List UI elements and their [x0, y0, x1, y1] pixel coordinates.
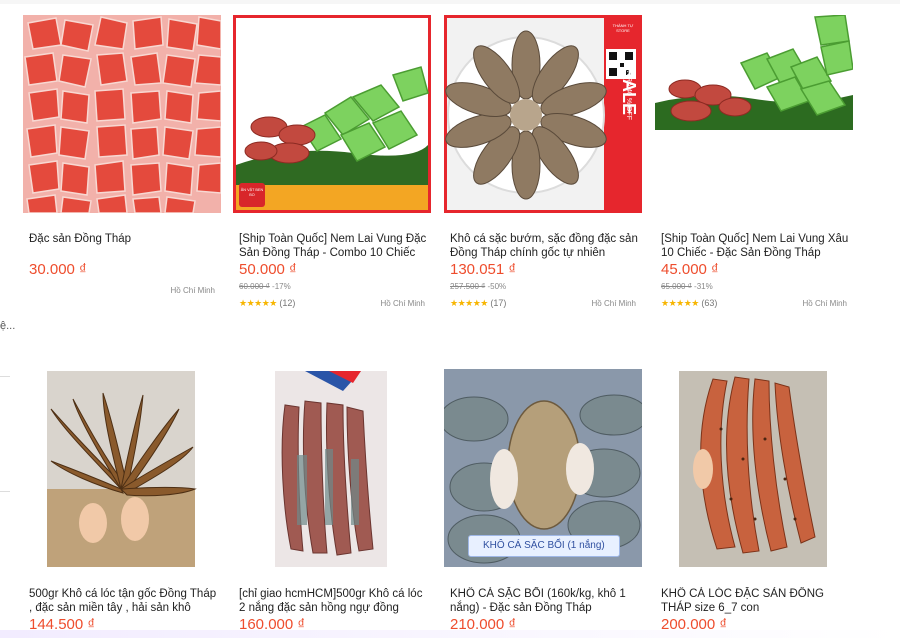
discount-badge: -50%: [487, 282, 507, 291]
product-card-8[interactable]: KHÔ CÁ LÓC ĐẶC SẢN ĐỒNG THÁP size 6_7 co…: [655, 369, 853, 638]
review-count: (12): [279, 298, 296, 308]
product-card-1[interactable]: Đặc sản Đồng Tháp 30.000 ₫ Hồ Chí Minh: [23, 15, 221, 315]
price-meta: 65.000 ₫ -31%: [661, 282, 713, 291]
dried-fish-bag-image[interactable]: [233, 369, 431, 567]
store-label: THÀNH TỰ STORE: [612, 23, 634, 33]
shop-stamp: ĂN VẶT BEN BO: [239, 183, 265, 207]
product-title[interactable]: Khô cá sặc bướm, sặc đồng đặc sản Đồng T…: [450, 232, 640, 260]
bottom-bar: [0, 630, 900, 638]
product-title[interactable]: Đặc sản Đồng Tháp: [29, 232, 219, 260]
review-count: (63): [701, 298, 718, 308]
review-count: (17): [490, 298, 507, 308]
product-card-5[interactable]: 500gr Khô cá lóc tận gốc Đồng Tháp , đặc…: [23, 369, 221, 638]
product-location: Hồ Chí Minh: [802, 299, 847, 308]
dried-fish-plate-image[interactable]: THÀNH TỰ STORE SALE EXTRA 40 % OFF: [444, 15, 642, 213]
partial-side-text: ệ...: [0, 320, 16, 332]
dried-snakehead-fish-image[interactable]: [23, 369, 221, 567]
image-caption: KHÔ CÁ SẶC BỔI (1 nắng): [468, 535, 620, 557]
product-title[interactable]: [Ship Toàn Quốc] Nem Lai Vung Xâu 10 Chi…: [661, 232, 851, 260]
product-price: 50.000 ₫: [239, 261, 297, 278]
product-title[interactable]: [chỉ giao hcmHCM]500gr Khô cá lóc 2 nắng…: [239, 587, 429, 615]
product-title[interactable]: 500gr Khô cá lóc tận gốc Đồng Tháp , đặc…: [29, 587, 219, 615]
kho-ca-sac-boi-image[interactable]: KHÔ CÁ SẶC BỔI (1 nắng): [444, 369, 642, 567]
product-title[interactable]: [Ship Toàn Quốc] Nem Lai Vung Đặc Sản Đồ…: [239, 232, 429, 260]
side-divider: [0, 491, 10, 492]
product-price: 30.000 ₫: [29, 261, 87, 278]
price-meta: 257.500 ₫ -50%: [450, 282, 506, 291]
star-rating-icon: ★★★★★: [239, 298, 277, 308]
product-price: 45.000 ₫: [661, 261, 719, 278]
product-location: Hồ Chí Minh: [380, 299, 425, 308]
side-divider: [0, 376, 10, 377]
spiced-dried-fish-image[interactable]: [655, 369, 853, 567]
product-title[interactable]: KHÔ CÁ SẶC BỔI (160k/kg, khô 1 nắng) - Đ…: [450, 587, 640, 615]
rating: ★★★★★ (63): [661, 298, 717, 309]
rating: ★★★★★ (17): [450, 298, 506, 309]
price-meta: 60.000 ₫ -17%: [239, 282, 291, 291]
product-card-6[interactable]: [chỉ giao hcmHCM]500gr Khô cá lóc 2 nắng…: [233, 369, 431, 638]
product-location: Hồ Chí Minh: [170, 286, 215, 295]
product-price: 130.051 ₫: [450, 261, 517, 278]
nem-lai-vung-xau-image[interactable]: [655, 15, 853, 213]
top-strip: [0, 0, 900, 4]
red-candy-packs-image[interactable]: [23, 15, 221, 213]
star-rating-icon: ★★★★★: [661, 298, 699, 308]
product-card-2[interactable]: ĂN VẶT BEN BO [Ship Toàn Quốc] Nem Lai V…: [233, 15, 431, 315]
old-price: 65.000 ₫: [661, 282, 692, 291]
star-rating-icon: ★★★★★: [450, 298, 488, 308]
product-card-4[interactable]: [Ship Toàn Quốc] Nem Lai Vung Xâu 10 Chi…: [655, 15, 853, 315]
product-title[interactable]: KHÔ CÁ LÓC ĐẶC SẢN ĐỒNG THÁP size 6_7 co…: [661, 587, 851, 615]
discount-badge: -17%: [272, 282, 291, 291]
product-location: Hồ Chí Minh: [591, 299, 636, 308]
discount-badge: -31%: [694, 282, 713, 291]
product-card-3[interactable]: THÀNH TỰ STORE SALE EXTRA 40 % OFF Khô c…: [444, 15, 642, 315]
product-card-7[interactable]: KHÔ CÁ SẶC BỔI (1 nắng) KHÔ CÁ SẶC BỔI (…: [444, 369, 642, 638]
rating: ★★★★★ (12): [239, 298, 295, 309]
old-price: 60.000 ₫: [239, 282, 270, 291]
nem-lai-vung-image[interactable]: ĂN VẶT BEN BO: [233, 15, 431, 213]
sale-subtext: EXTRA 40 % OFF: [625, 63, 632, 120]
old-price: 257.500 ₫: [450, 282, 486, 291]
